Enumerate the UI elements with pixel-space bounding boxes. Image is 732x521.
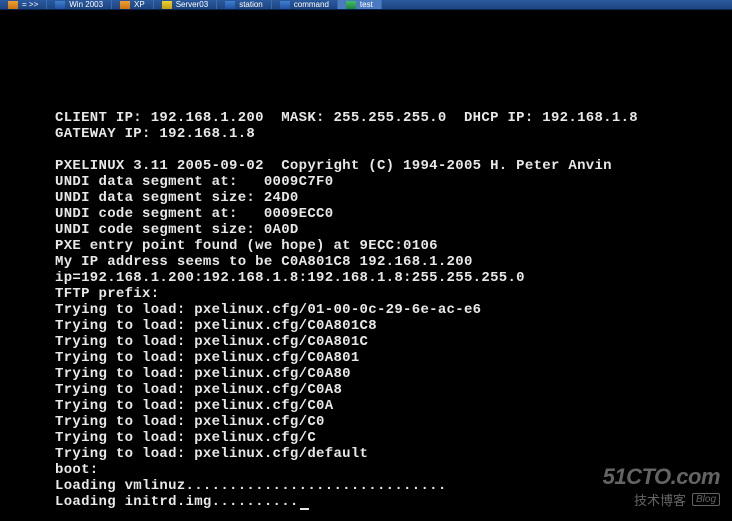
terminal-line: Trying to load: pxelinux.cfg/C0	[55, 414, 732, 430]
terminal-line: UNDI code segment size: 0A0D	[55, 222, 732, 238]
taskbar-label: test	[360, 0, 373, 9]
terminal-line: Trying to load: pxelinux.cfg/C0A801C	[55, 334, 732, 350]
terminal-line: UNDI data segment at: 0009C7F0	[55, 174, 732, 190]
cursor	[300, 508, 309, 510]
terminal-line: CLIENT IP: 192.168.1.200 MASK: 255.255.2…	[55, 110, 732, 126]
taskbar-item-1[interactable]: Win 2003	[47, 0, 112, 9]
terminal-line: TFTP prefix:	[55, 286, 732, 302]
taskbar-label: Server03	[176, 0, 208, 9]
taskbar-icon	[55, 1, 65, 9]
taskbar-label: XP	[134, 0, 145, 9]
taskbar-label: = >>	[22, 0, 38, 9]
boot-terminal: CLIENT IP: 192.168.1.200 MASK: 255.255.2…	[0, 10, 732, 510]
terminal-line: Loading initrd.img..........	[55, 494, 732, 510]
taskbar-icon	[280, 1, 290, 9]
taskbar-label: Win 2003	[69, 0, 103, 9]
terminal-line: UNDI code segment at: 0009ECC0	[55, 206, 732, 222]
taskbar-label: command	[294, 0, 329, 9]
taskbar-icon	[346, 1, 356, 9]
taskbar-item-4[interactable]: station	[217, 0, 272, 9]
terminal-line: Trying to load: pxelinux.cfg/01-00-0c-29…	[55, 302, 732, 318]
taskbar-item-2[interactable]: XP	[112, 0, 154, 9]
terminal-line: boot:	[55, 462, 732, 478]
terminal-line	[55, 142, 732, 158]
terminal-line: PXELINUX 3.11 2005-09-02 Copyright (C) 1…	[55, 158, 732, 174]
terminal-line: Trying to load: pxelinux.cfg/C0A8	[55, 382, 732, 398]
terminal-line: Trying to load: pxelinux.cfg/default	[55, 446, 732, 462]
terminal-line: Trying to load: pxelinux.cfg/C0A801C8	[55, 318, 732, 334]
terminal-line: Trying to load: pxelinux.cfg/C0A	[55, 398, 732, 414]
taskbar-label: station	[239, 0, 263, 9]
taskbar: = >> Win 2003 XP Server03 station command test	[0, 0, 732, 10]
taskbar-item-0[interactable]: = >>	[0, 0, 47, 9]
terminal-line: Trying to load: pxelinux.cfg/C	[55, 430, 732, 446]
taskbar-icon	[120, 1, 130, 9]
terminal-line: UNDI data segment size: 24D0	[55, 190, 732, 206]
terminal-line: Loading vmlinuz.........................…	[55, 478, 732, 494]
taskbar-icon	[162, 1, 172, 9]
taskbar-icon	[8, 1, 18, 9]
taskbar-item-3[interactable]: Server03	[154, 0, 217, 9]
terminal-line: Trying to load: pxelinux.cfg/C0A801	[55, 350, 732, 366]
taskbar-item-5[interactable]: command	[272, 0, 338, 9]
terminal-line: My IP address seems to be C0A801C8 192.1…	[55, 254, 732, 270]
terminal-line: ip=192.168.1.200:192.168.1.8:192.168.1.8…	[55, 270, 732, 286]
terminal-line: GATEWAY IP: 192.168.1.8	[55, 126, 732, 142]
taskbar-item-6[interactable]: test	[338, 0, 382, 9]
terminal-line: Trying to load: pxelinux.cfg/C0A80	[55, 366, 732, 382]
taskbar-icon	[225, 1, 235, 9]
terminal-line: PXE entry point found (we hope) at 9ECC:…	[55, 238, 732, 254]
